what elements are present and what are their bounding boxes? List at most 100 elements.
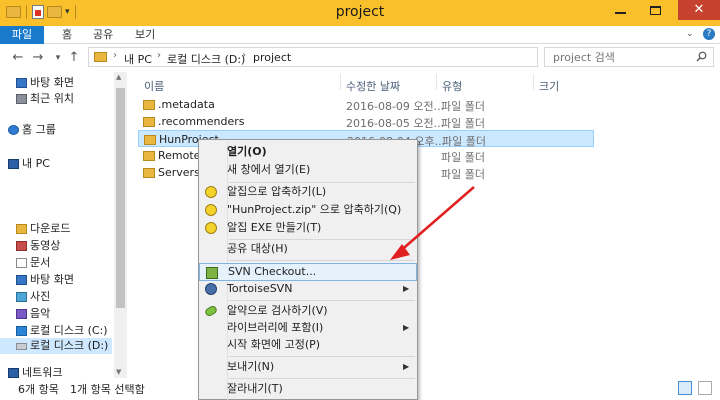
menu-item-label: 알집으로 압축하기 [227, 185, 312, 198]
sidebar-item-downloads[interactable]: 다운로드 [16, 221, 71, 237]
menu-item-open-new-window[interactable]: 새 창에서 열기(E) [199, 161, 417, 179]
menu-item-open[interactable]: 열기(O) [199, 143, 417, 161]
scroll-down-icon[interactable]: ▼ [116, 368, 121, 376]
address-bar[interactable]: › 내 PC › 로컬 디스크 (D:) › project ▼ ↻ [88, 47, 624, 67]
submenu-arrow-icon: ▶ [403, 284, 410, 293]
menu-item-pin-start[interactable]: 시작 화면에 고정(P) [199, 336, 417, 354]
sidebar-item-label: 다운로드 [30, 222, 71, 235]
menu-separator [229, 300, 415, 301]
close-button[interactable]: ✕ [678, 0, 720, 20]
submenu-arrow-icon: ▶ [403, 323, 410, 332]
breadcrumb-project[interactable]: project [253, 51, 291, 64]
file-name: .recommenders [158, 115, 245, 128]
column-divider[interactable] [533, 74, 534, 90]
menu-item-alzip-compress[interactable]: 알집으로 압축하기(L) [199, 183, 417, 201]
tab-view[interactable]: 보기 [135, 26, 155, 44]
menu-item-cut[interactable]: 잘라내기(T) [199, 380, 417, 398]
chevron-right-icon[interactable]: › [157, 50, 161, 61]
alzip-icon [205, 186, 217, 198]
search-icon[interactable] [696, 51, 707, 62]
drive-icon [16, 343, 27, 350]
file-row[interactable]: .metadata 2016-08-09 오전... 파일 폴더 [138, 96, 594, 113]
sidebar-item-local-disk-c[interactable]: 로컬 디스크 (C:) [16, 323, 108, 339]
menu-item-label: 알약으로 검사하기 [227, 304, 312, 317]
sidebar-item-pictures[interactable]: 사진 [16, 289, 51, 305]
windows-drive-icon [16, 326, 27, 336]
breadcrumb-local-disk-d[interactable]: 로컬 디스크 (D:) [167, 51, 245, 67]
folder-icon [143, 117, 155, 127]
tab-file[interactable]: 파일 [0, 26, 44, 44]
menu-item-accesskey: (V) [311, 304, 328, 317]
chevron-down-icon[interactable]: ⌄ [686, 29, 694, 39]
menu-item-include-library[interactable]: 라이브러리에 포함(I) ▶ [199, 319, 417, 337]
column-divider[interactable] [436, 74, 437, 90]
scroll-up-icon[interactable]: ▲ [116, 73, 121, 81]
sidebar-item-label: 로컬 디스크 (D:) [30, 339, 109, 352]
window-title: project [335, 4, 385, 20]
menu-item-label: 라이브러리에 포함 [227, 321, 312, 334]
menu-item-label: SVN Checkout... [228, 265, 317, 278]
forward-arrow-icon[interactable]: → [30, 50, 46, 66]
menu-item-label: 잘라내기 [227, 382, 268, 395]
sidebar-item-this-pc[interactable]: 내 PC [8, 156, 50, 172]
sidebar-item-label: 바탕 화면 [30, 273, 74, 286]
breadcrumb-this-pc[interactable]: 내 PC [124, 51, 152, 67]
menu-item-tortoise-svn[interactable]: TortoiseSVN ▶ [199, 280, 417, 298]
chevron-down-icon[interactable]: ▾ [50, 50, 66, 66]
folder-icon [143, 100, 155, 110]
network-icon [8, 368, 19, 378]
search-input[interactable] [545, 48, 685, 66]
minimize-button[interactable] [615, 12, 626, 14]
sidebar-scrollbar-thumb[interactable] [116, 88, 125, 308]
menu-item-compress-zip[interactable]: "HunProject.zip" 으로 압축하기(Q) [199, 201, 417, 219]
file-type: 파일 폴더 [441, 151, 485, 164]
menu-item-alyac-scan[interactable]: 알약으로 검사하기(V) [199, 302, 417, 320]
file-row[interactable]: .recommenders 2016-08-05 오전... 파일 폴더 [138, 113, 594, 130]
back-arrow-icon[interactable]: ← [10, 50, 26, 66]
file-name: .metadata [158, 98, 215, 111]
chevron-right-icon[interactable]: › [113, 50, 117, 61]
column-header-size[interactable]: 크기 [539, 78, 559, 94]
search-box[interactable] [544, 47, 714, 67]
sidebar-item-network[interactable]: 네트워크 [8, 365, 62, 378]
sidebar-item-label: 사진 [30, 290, 51, 303]
computer-icon [8, 159, 19, 169]
item-count: 6개 항목 [18, 383, 59, 396]
file-name: Servers [158, 166, 200, 179]
chevron-right-icon[interactable]: › [242, 50, 246, 61]
file-type: 파일 폴더 [441, 117, 485, 130]
tab-home[interactable]: 홈 [62, 26, 72, 44]
sidebar-item-music[interactable]: 음악 [16, 306, 50, 322]
sidebar-item-desktop-2[interactable]: 바탕 화면 [16, 272, 74, 288]
column-divider[interactable] [340, 74, 341, 90]
column-header-type[interactable]: 유형 [442, 78, 462, 94]
menu-item-accesskey: (O) [247, 145, 267, 158]
menu-item-label: 새 창에서 열기 [227, 163, 295, 176]
menu-item-share-with[interactable]: 공유 대상(H) [199, 240, 417, 258]
sidebar-item-recent[interactable]: 최근 위치 [16, 91, 74, 107]
maximize-button[interactable] [650, 6, 661, 15]
details-view-button[interactable] [678, 381, 692, 395]
menu-item-accesskey: (E) [294, 163, 311, 176]
sidebar-item-label: 문서 [30, 256, 51, 269]
sidebar-item-desktop[interactable]: 바탕 화면 [16, 75, 74, 91]
column-header-name[interactable]: 이름 [144, 78, 164, 94]
menu-item-alzip-exe[interactable]: 알집 EXE 만들기(T) [199, 219, 417, 237]
sidebar-item-documents[interactable]: 문서 [16, 255, 51, 271]
sidebar-item-homegroup[interactable]: 홈 그룹 [8, 122, 56, 138]
recent-places-icon [16, 94, 27, 104]
up-arrow-icon[interactable]: ↑ [66, 50, 82, 66]
documents-icon [16, 258, 27, 268]
sidebar-item-videos[interactable]: 동영상 [16, 238, 60, 254]
file-date: 2016-08-09 오전... [346, 100, 445, 113]
large-icons-view-button[interactable] [698, 381, 712, 395]
menu-item-svn-checkout[interactable]: SVN Checkout... [199, 263, 417, 281]
column-header-date[interactable]: 수정한 날짜 [346, 78, 400, 94]
sidebar-item-local-disk-d[interactable]: 로컬 디스크 (D:) [0, 338, 112, 354]
tab-share[interactable]: 공유 [93, 26, 113, 44]
menu-item-label: TortoiseSVN [227, 282, 293, 295]
help-icon[interactable]: ? [703, 28, 715, 40]
sidebar-item-label: 내 PC [22, 157, 50, 170]
menu-item-send-to[interactable]: 보내기(N) ▶ [199, 358, 417, 376]
desktop-icon [16, 78, 27, 88]
